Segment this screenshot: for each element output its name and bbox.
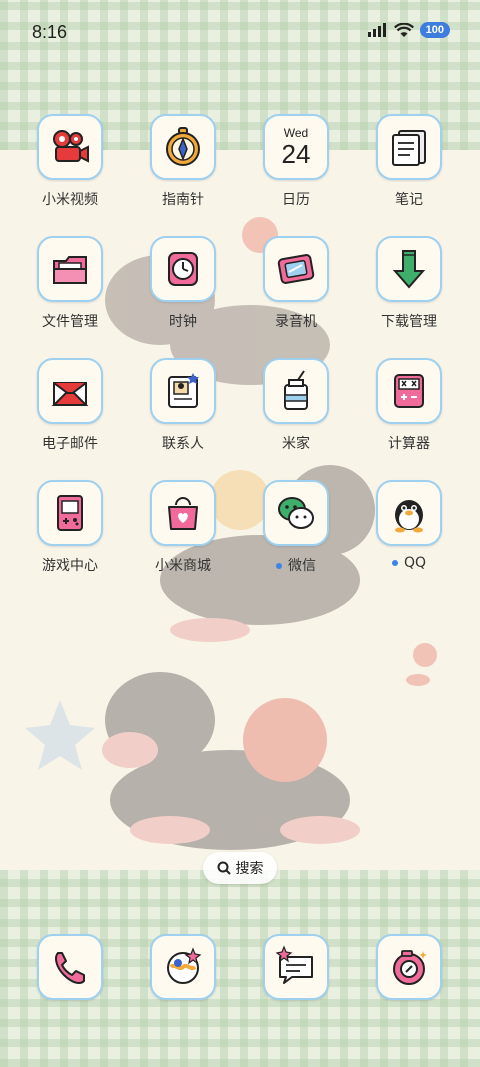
app-wechat[interactable]: 微信 bbox=[246, 480, 346, 580]
app-compass[interactable]: 指南针 bbox=[133, 114, 233, 214]
notes-icon[interactable] bbox=[376, 114, 442, 180]
app-mijia[interactable]: 米家 bbox=[246, 358, 346, 458]
dock-browser[interactable] bbox=[133, 934, 233, 1034]
search-label: 搜索 bbox=[235, 861, 264, 877]
dock-messages[interactable] bbox=[246, 934, 346, 1034]
status-time: 8:16 bbox=[32, 22, 68, 42]
app-xiaomi-store[interactable]: 小米商城 bbox=[133, 480, 233, 580]
contacts-icon[interactable] bbox=[150, 358, 216, 424]
signal-icon bbox=[367, 23, 386, 37]
app-xiaomi-video[interactable]: 小米视频 bbox=[20, 114, 120, 214]
dock-camera[interactable] bbox=[359, 934, 459, 1034]
app-email[interactable]: 电子邮件 bbox=[20, 358, 120, 458]
app-game-center[interactable]: 游戏中心 bbox=[20, 480, 120, 580]
calculator-icon[interactable] bbox=[376, 358, 442, 424]
calendar-icon[interactable]: Wed 24 bbox=[263, 114, 329, 180]
app-label: 米家 bbox=[282, 436, 310, 452]
app-label: 笔记 bbox=[395, 192, 423, 208]
app-download-manager[interactable]: 下载管理 bbox=[359, 236, 459, 336]
app-calendar[interactable]: Wed 24 日历 bbox=[246, 114, 346, 214]
compass-icon[interactable] bbox=[150, 114, 216, 180]
wechat-icon[interactable] bbox=[263, 480, 329, 546]
wifi-icon bbox=[393, 22, 414, 37]
clock-icon[interactable] bbox=[150, 236, 216, 302]
app-file-manager[interactable]: 文件管理 bbox=[20, 236, 120, 336]
app-qq[interactable]: QQ bbox=[359, 480, 459, 580]
calendar-day: Wed bbox=[283, 126, 309, 140]
app-label: 文件管理 bbox=[42, 314, 98, 330]
search-button[interactable]: 搜索 bbox=[203, 852, 277, 884]
store-icon[interactable] bbox=[150, 480, 216, 546]
calendar-date: 24 bbox=[281, 139, 311, 169]
search-icon bbox=[217, 861, 231, 875]
browser-icon[interactable] bbox=[150, 934, 216, 1000]
app-contacts[interactable]: 联系人 bbox=[133, 358, 233, 458]
app-label: 计算器 bbox=[388, 436, 430, 452]
recorder-icon[interactable] bbox=[263, 236, 329, 302]
app-label: 时钟 bbox=[169, 314, 197, 330]
app-label: QQ bbox=[359, 555, 459, 571]
app-label-text: 微信 bbox=[288, 558, 316, 574]
dock-phone[interactable] bbox=[20, 934, 120, 1034]
status-icons: 100 bbox=[367, 22, 450, 38]
app-calculator[interactable]: 计算器 bbox=[359, 358, 459, 458]
messages-icon[interactable] bbox=[263, 934, 329, 1000]
notification-dot bbox=[391, 560, 398, 566]
app-label: 下载管理 bbox=[381, 314, 437, 330]
app-clock[interactable]: 时钟 bbox=[133, 236, 233, 336]
app-label: 指南针 bbox=[162, 192, 204, 208]
app-notes[interactable]: 笔记 bbox=[359, 114, 459, 214]
notification-dot bbox=[276, 563, 282, 569]
status-bar: 8:16 100 bbox=[0, 0, 480, 66]
app-label: 游戏中心 bbox=[42, 558, 98, 574]
battery-icon: 100 bbox=[419, 22, 450, 38]
app-label: 联系人 bbox=[162, 436, 204, 452]
app-label-text: QQ bbox=[403, 555, 427, 571]
app-label: 日历 bbox=[282, 192, 310, 208]
app-label: 小米视频 bbox=[42, 192, 98, 208]
game-icon[interactable] bbox=[37, 480, 103, 546]
folder-icon[interactable] bbox=[37, 236, 103, 302]
app-label: 录音机 bbox=[275, 314, 317, 330]
camera-icon[interactable] bbox=[376, 934, 442, 1000]
video-icon[interactable] bbox=[37, 114, 103, 180]
qq-icon[interactable] bbox=[376, 480, 442, 546]
phone-icon[interactable] bbox=[37, 934, 103, 1000]
app-label: 微信 bbox=[246, 555, 346, 575]
download-icon[interactable] bbox=[376, 236, 442, 302]
app-recorder[interactable]: 录音机 bbox=[246, 236, 346, 336]
app-label: 电子邮件 bbox=[42, 436, 98, 452]
mijia-icon[interactable] bbox=[263, 358, 329, 424]
app-label: 小米商城 bbox=[155, 558, 211, 574]
mail-icon[interactable] bbox=[37, 358, 103, 424]
home-screen: 8:16 100 小米视频 指南针 Wed 24 日历 笔记 文件管理 时钟 录… bbox=[0, 0, 480, 1067]
